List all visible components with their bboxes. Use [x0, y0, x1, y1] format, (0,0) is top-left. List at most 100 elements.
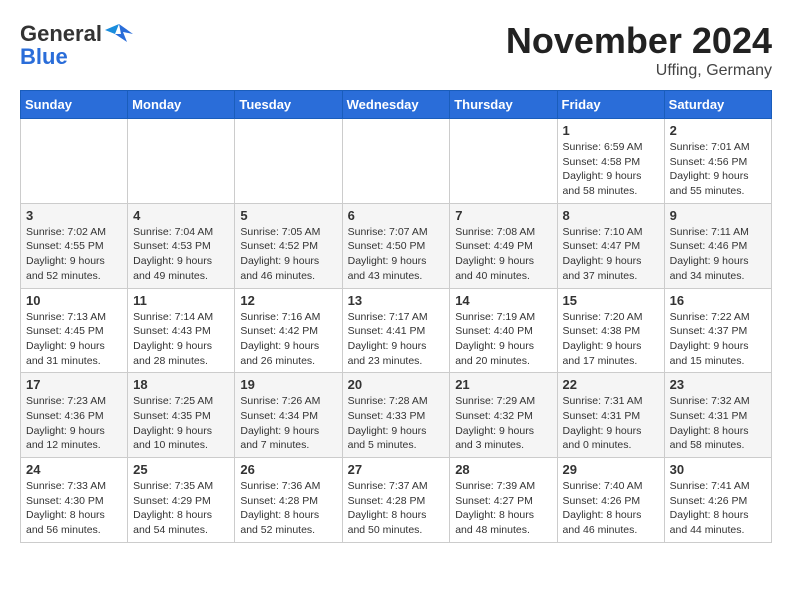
day-number: 10 — [26, 293, 122, 308]
day-detail: Sunrise: 7:40 AM Sunset: 4:26 PM Dayligh… — [563, 479, 659, 538]
day-detail: Sunrise: 7:13 AM Sunset: 4:45 PM Dayligh… — [26, 310, 122, 369]
day-header-monday: Monday — [128, 91, 235, 119]
calendar-day-1: 1Sunrise: 6:59 AM Sunset: 4:58 PM Daylig… — [557, 119, 664, 204]
page-header: General Blue November 2024 Uffing, Germa… — [20, 20, 772, 80]
day-header-friday: Friday — [557, 91, 664, 119]
day-header-wednesday: Wednesday — [342, 91, 450, 119]
day-number: 24 — [26, 462, 122, 477]
day-number: 8 — [563, 208, 659, 223]
day-detail: Sunrise: 7:20 AM Sunset: 4:38 PM Dayligh… — [563, 310, 659, 369]
day-detail: Sunrise: 7:29 AM Sunset: 4:32 PM Dayligh… — [455, 394, 551, 453]
calendar-day-11: 11 Sunrise: 7:14 AM Sunset: 4:43 PM Dayli… — [128, 288, 235, 373]
day-detail: Sunrise: 7:37 AM Sunset: 4:28 PM Dayligh… — [348, 479, 445, 538]
day-number: 11 — [133, 293, 229, 308]
day-detail: Sunrise: 7:07 AM Sunset: 4:50 PM Dayligh… — [348, 225, 445, 284]
calendar-week-row: 10 Sunrise: 7:13 AM Sunset: 4:45 PM Dayli… — [21, 288, 772, 373]
calendar-day-14: 14 Sunrise: 7:19 AM Sunset: 4:40 PM Dayli… — [450, 288, 557, 373]
day-number: 18 — [133, 377, 229, 392]
calendar-day-4: 4Sunrise: 7:04 AM Sunset: 4:53 PM Daylig… — [128, 203, 235, 288]
calendar-day-26: 26 Sunrise: 7:36 AM Sunset: 4:28 PM Dayli… — [235, 458, 342, 543]
calendar-empty-cell — [21, 119, 128, 204]
calendar-day-20: 20Sunrise: 7:28 AM Sunset: 4:33 PM Dayli… — [342, 373, 450, 458]
calendar-day-16: 16 Sunrise: 7:22 AM Sunset: 4:37 PM Dayli… — [664, 288, 771, 373]
calendar-day-30: 30 Sunrise: 7:41 AM Sunset: 4:26 PM Dayli… — [664, 458, 771, 543]
calendar-table: SundayMondayTuesdayWednesdayThursdayFrid… — [20, 90, 772, 543]
day-number: 26 — [240, 462, 336, 477]
day-number: 4 — [133, 208, 229, 223]
calendar-empty-cell — [342, 119, 450, 204]
day-detail: Sunrise: 7:14 AM Sunset: 4:43 PM Dayligh… — [133, 310, 229, 369]
day-detail: Sunrise: 7:10 AM Sunset: 4:47 PM Dayligh… — [563, 225, 659, 284]
day-detail: Sunrise: 7:25 AM Sunset: 4:35 PM Dayligh… — [133, 394, 229, 453]
calendar-day-13: 13 Sunrise: 7:17 AM Sunset: 4:41 PM Dayli… — [342, 288, 450, 373]
calendar-day-29: 29 Sunrise: 7:40 AM Sunset: 4:26 PM Dayli… — [557, 458, 664, 543]
calendar-header-row: SundayMondayTuesdayWednesdayThursdayFrid… — [21, 91, 772, 119]
calendar-week-row: 24 Sunrise: 7:33 AM Sunset: 4:30 PM Dayli… — [21, 458, 772, 543]
logo: General Blue — [20, 20, 133, 70]
calendar-day-5: 5 Sunrise: 7:05 AM Sunset: 4:52 PM Daylig… — [235, 203, 342, 288]
day-number: 9 — [670, 208, 766, 223]
calendar-day-23: 23 Sunrise: 7:32 AM Sunset: 4:31 PM Dayli… — [664, 373, 771, 458]
calendar-day-8: 8 Sunrise: 7:10 AM Sunset: 4:47 PM Daylig… — [557, 203, 664, 288]
day-number: 7 — [455, 208, 551, 223]
calendar-empty-cell — [450, 119, 557, 204]
calendar-day-12: 12 Sunrise: 7:16 AM Sunset: 4:42 PM Dayli… — [235, 288, 342, 373]
calendar-day-17: 17 Sunrise: 7:23 AM Sunset: 4:36 PM Dayli… — [21, 373, 128, 458]
calendar-day-6: 6 Sunrise: 7:07 AM Sunset: 4:50 PM Daylig… — [342, 203, 450, 288]
day-detail: Sunrise: 7:33 AM Sunset: 4:30 PM Dayligh… — [26, 479, 122, 538]
day-number: 1 — [563, 123, 659, 138]
calendar-day-22: 22 Sunrise: 7:31 AM Sunset: 4:31 PM Dayli… — [557, 373, 664, 458]
day-detail: Sunrise: 7:22 AM Sunset: 4:37 PM Dayligh… — [670, 310, 766, 369]
day-number: 14 — [455, 293, 551, 308]
calendar-day-25: 25Sunrise: 7:35 AM Sunset: 4:29 PM Dayli… — [128, 458, 235, 543]
title-area: November 2024 Uffing, Germany — [506, 20, 772, 80]
day-number: 17 — [26, 377, 122, 392]
day-detail: Sunrise: 7:36 AM Sunset: 4:28 PM Dayligh… — [240, 479, 336, 538]
day-detail: Sunrise: 7:05 AM Sunset: 4:52 PM Dayligh… — [240, 225, 336, 284]
calendar-day-21: 21 Sunrise: 7:29 AM Sunset: 4:32 PM Dayli… — [450, 373, 557, 458]
calendar-day-7: 7Sunrise: 7:08 AM Sunset: 4:49 PM Daylig… — [450, 203, 557, 288]
day-number: 6 — [348, 208, 445, 223]
day-header-saturday: Saturday — [664, 91, 771, 119]
day-number: 12 — [240, 293, 336, 308]
day-detail: Sunrise: 7:32 AM Sunset: 4:31 PM Dayligh… — [670, 394, 766, 453]
day-detail: Sunrise: 7:17 AM Sunset: 4:41 PM Dayligh… — [348, 310, 445, 369]
day-detail: Sunrise: 7:16 AM Sunset: 4:42 PM Dayligh… — [240, 310, 336, 369]
calendar-week-row: 3Sunrise: 7:02 AM Sunset: 4:55 PM Daylig… — [21, 203, 772, 288]
day-number: 20 — [348, 377, 445, 392]
day-number: 29 — [563, 462, 659, 477]
calendar-empty-cell — [128, 119, 235, 204]
day-number: 27 — [348, 462, 445, 477]
month-title: November 2024 — [506, 20, 772, 62]
day-detail: Sunrise: 7:35 AM Sunset: 4:29 PM Dayligh… — [133, 479, 229, 538]
calendar-day-3: 3Sunrise: 7:02 AM Sunset: 4:55 PM Daylig… — [21, 203, 128, 288]
day-number: 15 — [563, 293, 659, 308]
day-number: 19 — [240, 377, 336, 392]
day-number: 28 — [455, 462, 551, 477]
calendar-day-15: 15 Sunrise: 7:20 AM Sunset: 4:38 PM Dayli… — [557, 288, 664, 373]
calendar-week-row: 17 Sunrise: 7:23 AM Sunset: 4:36 PM Dayli… — [21, 373, 772, 458]
day-detail: Sunrise: 7:23 AM Sunset: 4:36 PM Dayligh… — [26, 394, 122, 453]
day-detail: Sunrise: 7:39 AM Sunset: 4:27 PM Dayligh… — [455, 479, 551, 538]
calendar-week-row: 1Sunrise: 6:59 AM Sunset: 4:58 PM Daylig… — [21, 119, 772, 204]
location-text: Uffing, Germany — [506, 62, 772, 80]
day-detail: Sunrise: 7:31 AM Sunset: 4:31 PM Dayligh… — [563, 394, 659, 453]
day-number: 16 — [670, 293, 766, 308]
day-header-thursday: Thursday — [450, 91, 557, 119]
day-number: 5 — [240, 208, 336, 223]
day-detail: Sunrise: 7:01 AM Sunset: 4:56 PM Dayligh… — [670, 140, 766, 199]
day-number: 13 — [348, 293, 445, 308]
calendar-day-18: 18 Sunrise: 7:25 AM Sunset: 4:35 PM Dayli… — [128, 373, 235, 458]
day-number: 30 — [670, 462, 766, 477]
day-detail: Sunrise: 7:02 AM Sunset: 4:55 PM Dayligh… — [26, 225, 122, 284]
day-number: 21 — [455, 377, 551, 392]
day-number: 23 — [670, 377, 766, 392]
calendar-day-28: 28 Sunrise: 7:39 AM Sunset: 4:27 PM Dayli… — [450, 458, 557, 543]
calendar-day-27: 27 Sunrise: 7:37 AM Sunset: 4:28 PM Dayli… — [342, 458, 450, 543]
day-detail: Sunrise: 7:26 AM Sunset: 4:34 PM Dayligh… — [240, 394, 336, 453]
day-detail: Sunrise: 7:41 AM Sunset: 4:26 PM Dayligh… — [670, 479, 766, 538]
day-detail: Sunrise: 7:11 AM Sunset: 4:46 PM Dayligh… — [670, 225, 766, 284]
calendar-day-19: 19 Sunrise: 7:26 AM Sunset: 4:34 PM Dayli… — [235, 373, 342, 458]
day-detail: Sunrise: 7:19 AM Sunset: 4:40 PM Dayligh… — [455, 310, 551, 369]
day-number: 22 — [563, 377, 659, 392]
